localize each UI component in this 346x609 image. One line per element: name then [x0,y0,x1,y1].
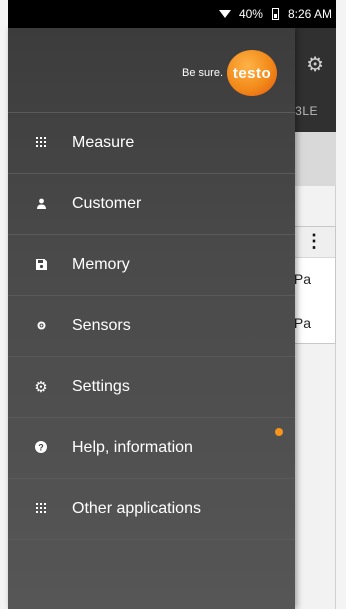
menu-item-customer[interactable]: Customer [8,174,295,235]
drawer-menu: Measure Customer Memory Sensors ⚙ Settin… [8,113,295,540]
value-unit: Pa [293,315,311,331]
gear-icon[interactable]: ⚙ [306,52,324,77]
svg-text:?: ? [38,443,44,453]
drawer-header: Be sure. testo [8,28,295,113]
tab-label[interactable]: 3LE [295,104,318,118]
grid-icon [32,503,50,515]
grid-icon [32,137,50,149]
menu-label: Help, information [72,439,193,456]
menu-item-help[interactable]: ? Help, information [8,418,295,479]
menu-label: Memory [72,256,130,273]
save-icon [32,258,50,272]
status-time: 8:26 AM [287,7,332,21]
menu-item-measure[interactable]: Measure [8,113,295,174]
menu-label: Settings [72,378,130,395]
sensor-icon [32,320,50,333]
help-icon: ? [32,441,50,455]
gear-icon: ⚙ [34,378,48,396]
menu-item-memory[interactable]: Memory [8,235,295,296]
brand-tagline: Be sure. [182,67,223,79]
menu-label: Customer [72,195,142,212]
logo-text: testo [232,64,272,82]
status-bar: 40% 8:26 AM [8,0,336,28]
menu-label: Sensors [72,317,131,334]
battery-level: 40% [238,7,263,21]
menu-item-sensors[interactable]: Sensors [8,296,295,357]
person-icon [32,198,50,211]
menu-label: Other applications [72,500,201,517]
device-frame-right [335,0,346,609]
more-vert-icon[interactable]: ⋮ [305,231,323,252]
battery-icon [271,8,279,20]
menu-item-other-applications[interactable]: Other applications [8,479,295,540]
testo-logo: testo [227,50,277,96]
wifi-icon [218,10,231,18]
menu-label: Measure [72,134,135,151]
menu-item-settings[interactable]: ⚙ Settings [8,357,295,418]
notification-dot [275,428,283,436]
value-unit: Pa [293,271,311,287]
brand-logo: Be sure. testo [182,50,277,96]
navigation-drawer: Be sure. testo Measure Customer Memory S… [8,28,295,609]
